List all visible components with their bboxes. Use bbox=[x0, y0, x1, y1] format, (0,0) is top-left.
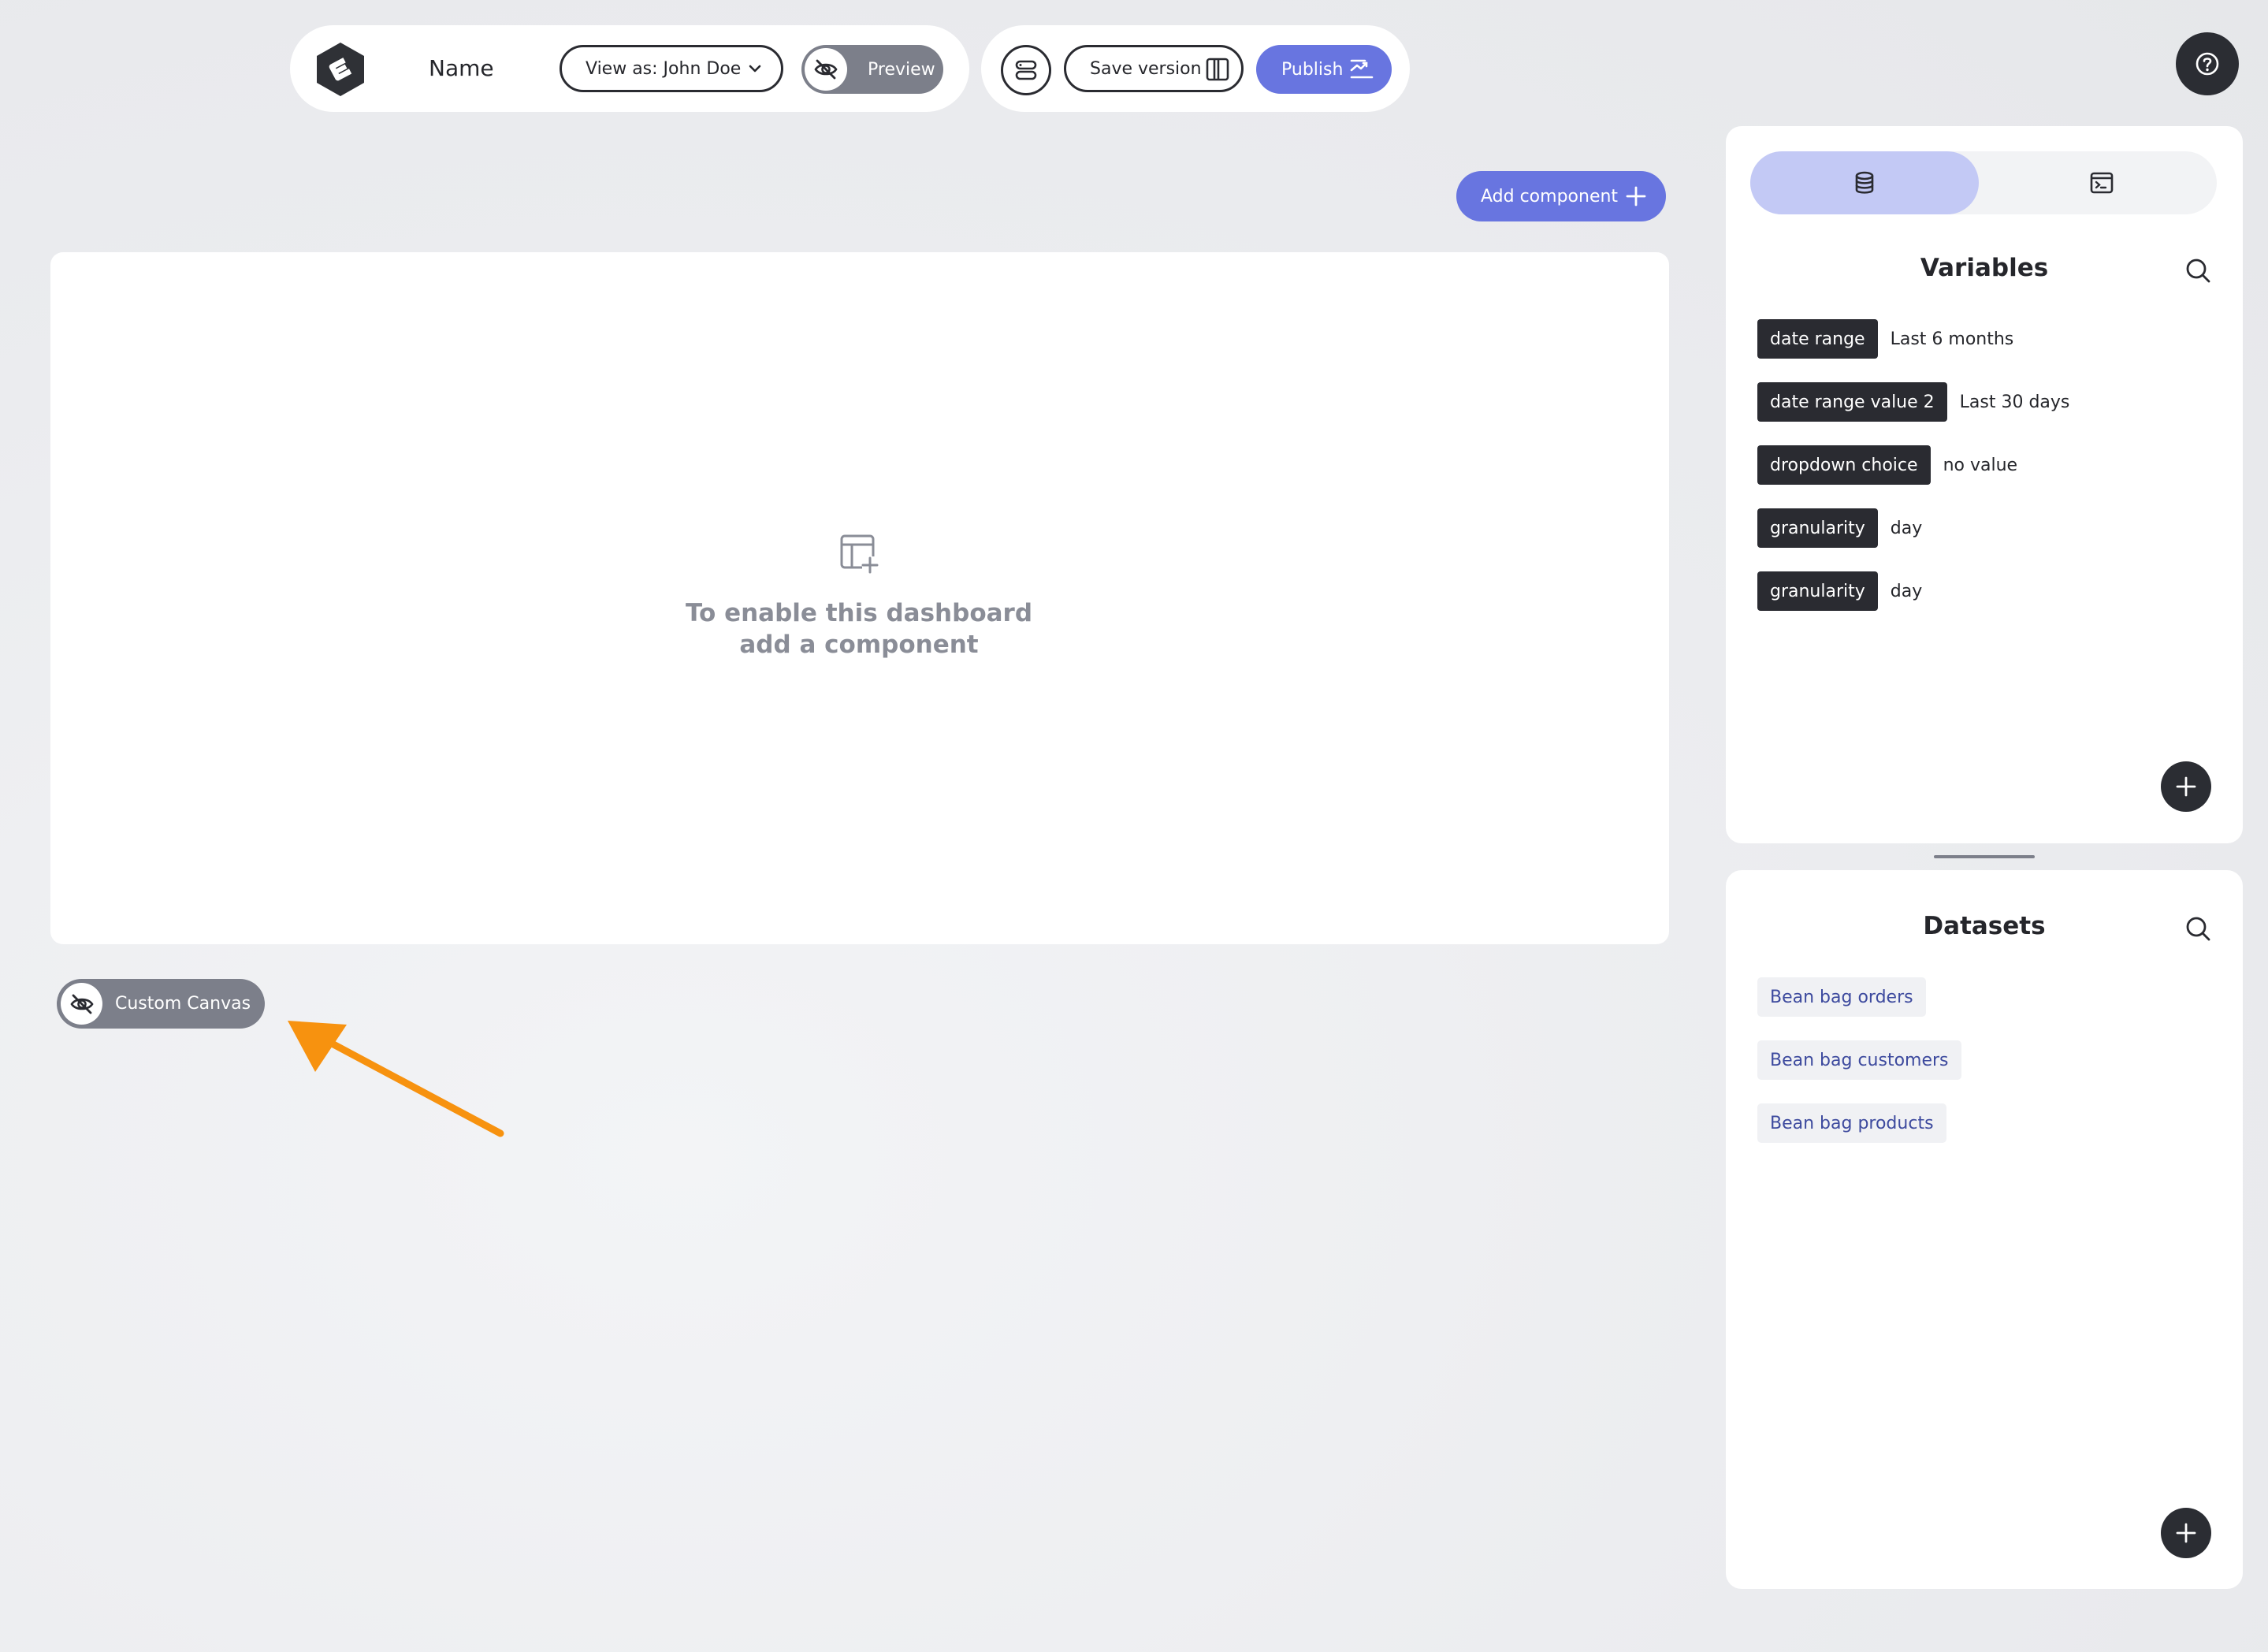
custom-canvas-label: Custom Canvas bbox=[115, 994, 251, 1014]
variable-value: Last 6 months bbox=[1890, 329, 2014, 349]
database-icon bbox=[1855, 171, 1874, 194]
add-table-icon bbox=[840, 534, 879, 574]
help-button[interactable] bbox=[2176, 32, 2239, 95]
variable-row[interactable]: granularity day bbox=[1757, 571, 1922, 611]
view-as-label: View as: John Doe bbox=[586, 58, 742, 79]
dashboard-name[interactable]: Name bbox=[429, 55, 494, 81]
database-toggle-icon bbox=[1015, 60, 1037, 80]
logo-icon[interactable] bbox=[314, 41, 367, 98]
search-icon[interactable] bbox=[2184, 915, 2211, 942]
variable-name-tag: granularity bbox=[1757, 508, 1878, 548]
data-panel-toggle-button[interactable] bbox=[1001, 45, 1051, 95]
variable-row[interactable]: dropdown choice no value bbox=[1757, 445, 2017, 485]
eye-off-icon bbox=[805, 48, 847, 91]
variable-row[interactable]: granularity day bbox=[1757, 508, 1922, 548]
variable-value: day bbox=[1890, 581, 1923, 601]
view-as-dropdown[interactable]: View as: John Doe bbox=[560, 45, 783, 92]
empty-state-line-1: To enable this dashboard bbox=[685, 599, 1033, 627]
chevron-down-icon bbox=[749, 65, 761, 73]
panel-resize-handle[interactable] bbox=[1934, 855, 2035, 858]
preview-label: Preview bbox=[868, 59, 935, 80]
custom-canvas-toggle[interactable]: Custom Canvas bbox=[57, 979, 265, 1029]
terminal-icon bbox=[2090, 172, 2114, 194]
add-variable-button[interactable] bbox=[2161, 761, 2211, 812]
publish-icon bbox=[1350, 59, 1374, 79]
plus-icon bbox=[2176, 776, 2196, 797]
eye-off-icon bbox=[61, 983, 102, 1025]
search-icon[interactable] bbox=[2184, 257, 2211, 284]
variable-value: no value bbox=[1943, 455, 2018, 475]
datasets-title: Datasets bbox=[1923, 912, 2046, 940]
help-icon bbox=[2195, 52, 2219, 76]
dataset-item[interactable]: Bean bag orders bbox=[1757, 977, 1926, 1017]
tab-code[interactable] bbox=[1986, 151, 2218, 214]
variable-name-tag: dropdown choice bbox=[1757, 445, 1931, 485]
empty-state-line-2: add a component bbox=[739, 631, 979, 659]
variable-name-tag: date range bbox=[1757, 319, 1878, 359]
variable-value: day bbox=[1890, 518, 1923, 538]
publish-label: Publish bbox=[1281, 59, 1344, 80]
plus-icon bbox=[2176, 1523, 2196, 1543]
plus-icon bbox=[1626, 186, 1646, 206]
variables-panel bbox=[1726, 126, 2243, 843]
variables-title: Variables bbox=[1920, 254, 2049, 282]
save-version-button[interactable]: Save version bbox=[1064, 45, 1244, 92]
add-component-button[interactable]: Add component bbox=[1456, 171, 1666, 221]
preview-toggle[interactable]: Preview bbox=[801, 45, 943, 94]
tab-data[interactable] bbox=[1750, 151, 1979, 214]
variable-value: Last 30 days bbox=[1959, 392, 2070, 412]
dataset-item[interactable]: Bean bag products bbox=[1757, 1103, 1946, 1143]
variable-name-tag: date range value 2 bbox=[1757, 382, 1947, 422]
dashboard-canvas[interactable] bbox=[50, 252, 1669, 944]
columns-icon bbox=[1206, 58, 1229, 81]
annotation-arrow-icon bbox=[288, 1021, 504, 1137]
variable-row[interactable]: date range value 2 Last 30 days bbox=[1757, 382, 2069, 422]
variable-name-tag: granularity bbox=[1757, 571, 1878, 611]
add-component-label: Add component bbox=[1481, 186, 1619, 206]
publish-button[interactable]: Publish bbox=[1256, 45, 1392, 94]
add-dataset-button[interactable] bbox=[2161, 1508, 2211, 1558]
dataset-item[interactable]: Bean bag customers bbox=[1757, 1040, 1961, 1080]
save-version-label: Save version bbox=[1090, 58, 1202, 79]
variable-row[interactable]: date range Last 6 months bbox=[1757, 319, 2013, 359]
